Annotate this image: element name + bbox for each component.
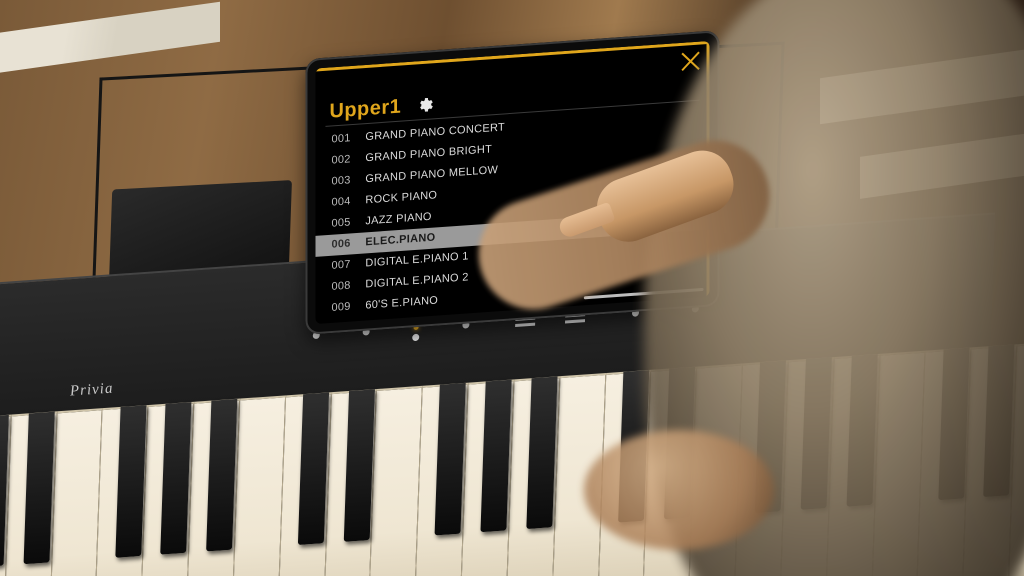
white-key[interactable] [231,395,286,576]
tone-number: 004 [331,190,365,213]
white-key[interactable] [414,383,469,576]
white-key[interactable] [2,411,57,576]
tone-name: DIGITAL E.PIANO 2 [365,271,468,290]
tone-number: 003 [331,169,365,192]
tone-name: JAZZ PIANO [365,211,431,228]
tone-number: 002 [331,148,365,171]
tone-name: DIGITAL E.PIANO 1 [365,250,468,269]
tone-number: 007 [331,253,365,276]
tone-number: 001 [331,127,365,150]
gear-icon[interactable] [415,95,433,114]
tone-name: ROCK PIANO [365,189,437,206]
white-key[interactable] [48,408,103,576]
tone-number: 006 [331,232,365,255]
white-key[interactable] [368,386,423,576]
white-key[interactable] [277,392,332,576]
white-key[interactable] [505,376,560,576]
white-key[interactable] [460,379,515,576]
white-key[interactable] [323,389,378,576]
tone-number: 005 [331,211,365,234]
white-key[interactable] [185,399,240,576]
tone-name: ELEC.PIANO [365,231,435,248]
close-icon[interactable] [680,49,702,73]
tone-number: 009 [331,296,365,319]
tone-number: 008 [331,274,365,297]
white-key[interactable] [94,405,149,576]
part-title: Upper1 [329,95,401,123]
piano-brand-label: Privia [69,381,114,401]
tone-name: 60'S E.PIANO [365,294,438,311]
scene-root: Privia Upper1 001GRAND [0,0,1024,576]
left-hand-on-keys [584,430,774,550]
white-key[interactable] [140,402,195,576]
